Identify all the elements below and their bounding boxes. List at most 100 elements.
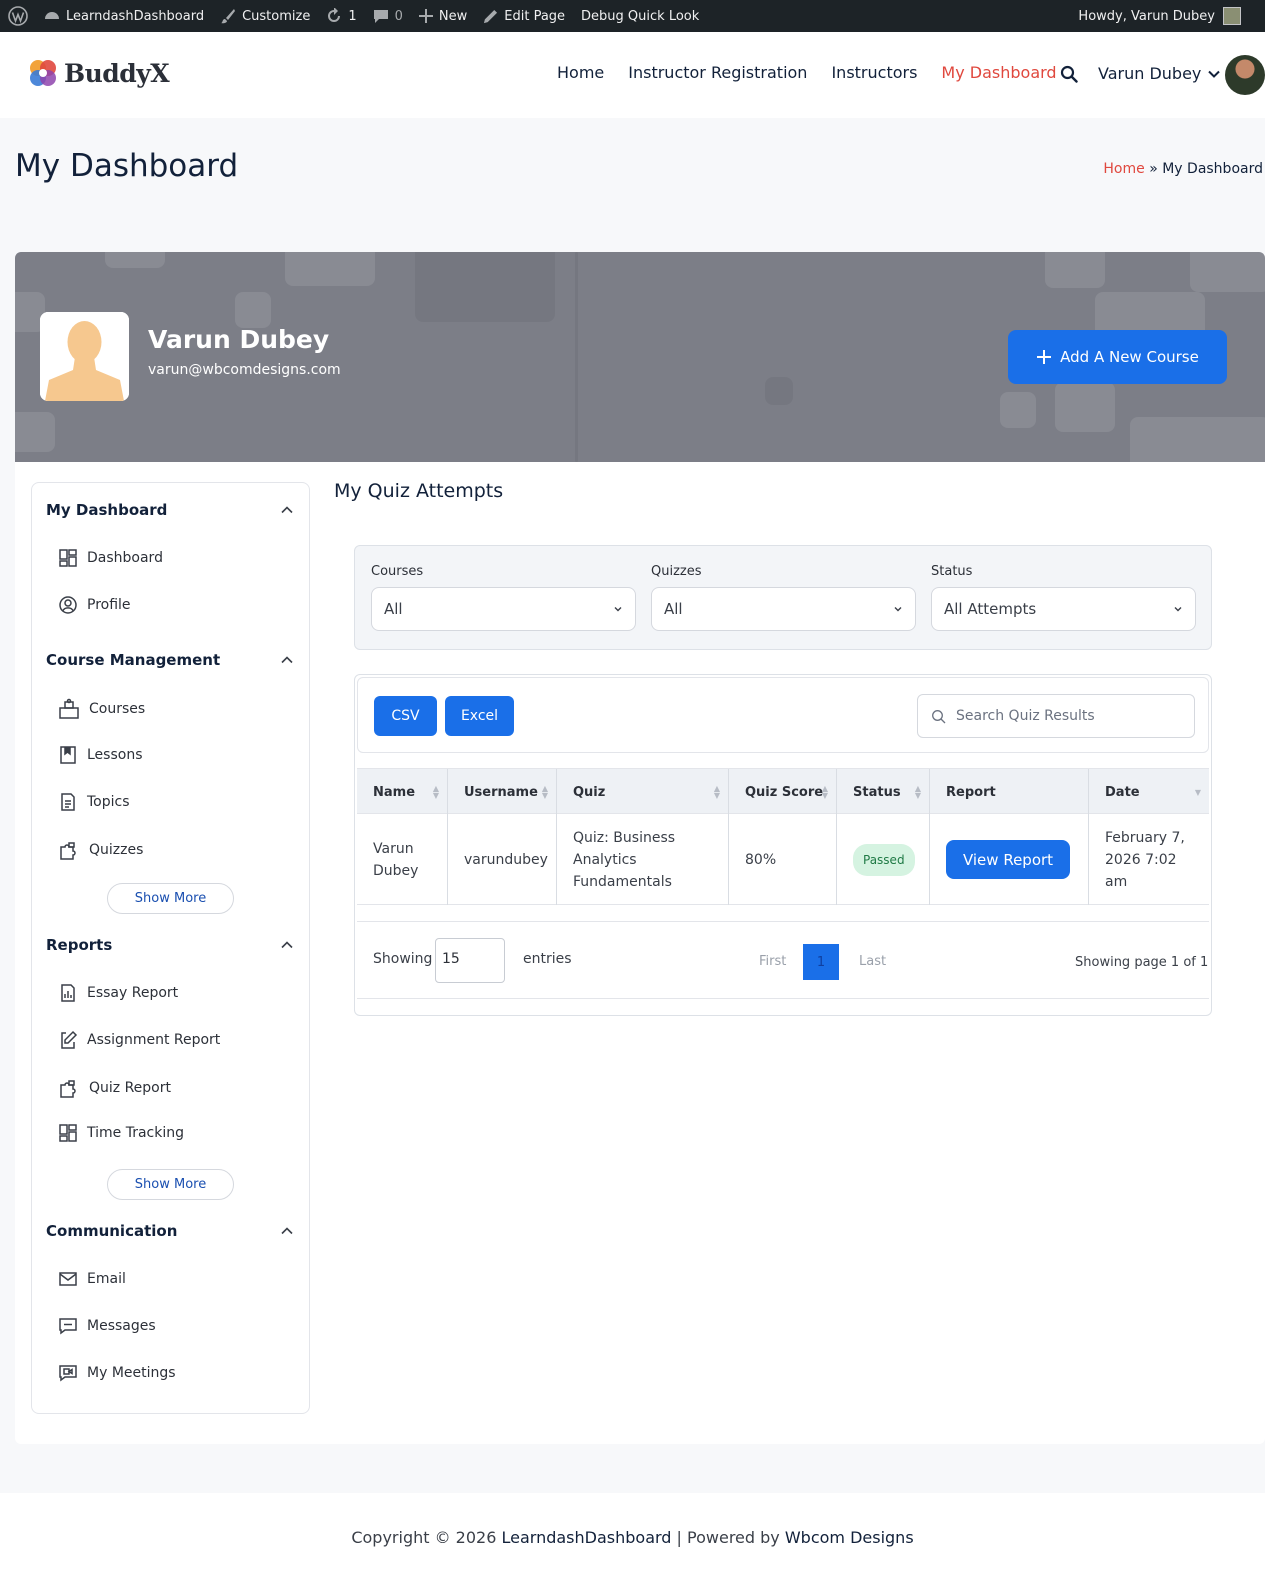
wordpress-logo-button[interactable] (0, 0, 36, 32)
cell-quiz-score: 80% (729, 814, 837, 905)
view-report-button[interactable]: View Report (946, 840, 1070, 879)
breadcrumb-home[interactable]: Home (1103, 161, 1144, 177)
sidebar-item-email[interactable]: Email (58, 1269, 126, 1289)
add-new-course-button[interactable]: Add A New Course (1008, 330, 1227, 384)
status-filter-label: Status (931, 564, 973, 579)
chevron-down-icon (894, 607, 902, 612)
csv-export-button[interactable]: CSV (374, 696, 437, 736)
sidebar-section-reports[interactable]: Reports (46, 936, 112, 954)
copyright-text: Copyright © 2026 LearndashDashboard | Po… (0, 1528, 1265, 1547)
buddyx-logo-icon (30, 60, 56, 86)
sidebar-item-messages[interactable]: Messages (58, 1316, 156, 1336)
sidebar-item-profile[interactable]: Profile (58, 595, 131, 615)
pagination-last[interactable]: Last (859, 954, 886, 969)
sidebar-item-my-meetings[interactable]: My Meetings (58, 1363, 176, 1383)
add-new-course-label: Add A New Course (1060, 348, 1199, 366)
profile-name: Varun Dubey (148, 325, 330, 354)
column-header-username[interactable]: Username ▲ ▼ (448, 769, 557, 815)
new-content-link[interactable]: New (411, 0, 475, 32)
sidebar-section-my-dashboard[interactable]: My Dashboard (46, 501, 167, 519)
footer-site-link[interactable]: LearndashDashboard (501, 1528, 671, 1547)
bookmark-icon (60, 746, 76, 764)
show-more-button[interactable]: Show More (107, 883, 234, 914)
debug-label: Debug Quick Look (581, 8, 700, 24)
chevron-up-icon[interactable] (280, 1224, 294, 1238)
entries-label: entries (523, 951, 572, 967)
nav-instructor-registration[interactable]: Instructor Registration (628, 63, 807, 82)
sidebar-item-lessons[interactable]: Lessons (58, 745, 143, 765)
comments-link[interactable]: 0 (365, 0, 411, 32)
header-avatar[interactable] (1225, 55, 1265, 95)
sidebar-item-label: Dashboard (87, 550, 163, 566)
cover-pattern-tile (765, 377, 793, 405)
updates-link[interactable]: 1 (318, 0, 364, 32)
customize-label: Customize (242, 8, 311, 24)
courses-filter: Courses All (371, 564, 636, 631)
courses-select-value: All (384, 600, 403, 618)
copyright-middle: | Powered by (671, 1528, 785, 1547)
sidebar-item-assignment-report[interactable]: Assignment Report (58, 1030, 220, 1050)
nav-home[interactable]: Home (557, 63, 604, 82)
sidebar-section-communication[interactable]: Communication (46, 1222, 177, 1240)
user-circle-icon (59, 596, 77, 614)
filters-panel: Courses All Quizzes All Status All Attem… (354, 545, 1212, 650)
chevron-up-icon[interactable] (280, 503, 294, 517)
excel-export-button[interactable]: Excel (445, 696, 514, 736)
sidebar-item-essay-report[interactable]: Essay Report (58, 983, 178, 1003)
site-logo[interactable]: BuddyX (26, 56, 170, 90)
courses-icon (59, 698, 79, 719)
puzzle-icon (60, 842, 76, 860)
show-more-button[interactable]: Show More (107, 1169, 234, 1200)
header-search-button[interactable] (1060, 65, 1078, 87)
courses-select[interactable]: All (371, 587, 636, 631)
sidebar-item-dashboard[interactable]: Dashboard (58, 548, 163, 568)
nav-my-dashboard[interactable]: My Dashboard (941, 63, 1056, 82)
sidebar-item-label: Quiz Report (89, 1080, 171, 1096)
sidebar-item-quizzes[interactable]: Quizzes (58, 839, 143, 861)
quiz-results-table-card: CSV Excel Search Quiz Results Name ▲ ▼ Use… (354, 674, 1212, 1016)
sidebar-item-courses[interactable]: Courses (58, 698, 145, 720)
column-header-quiz-score[interactable]: Quiz Score ▲ ▼ (729, 769, 837, 815)
chevron-up-icon[interactable] (280, 653, 294, 667)
chevron-down-icon (614, 607, 622, 612)
column-header-label: Report (946, 784, 996, 800)
quizzes-select[interactable]: All (651, 587, 916, 631)
my-account-link[interactable]: Howdy, Varun Dubey (1070, 0, 1265, 32)
howdy-label: Howdy, Varun Dubey (1078, 8, 1215, 24)
status-select[interactable]: All Attempts (931, 587, 1196, 631)
admin-avatar (1223, 7, 1241, 25)
site-name-link[interactable]: LearndashDashboard (36, 0, 212, 32)
column-header-date[interactable]: Date ▼ (1089, 769, 1209, 815)
sort-icon: ▲ ▼ (432, 784, 439, 800)
column-header-quiz[interactable]: Quiz ▲ ▼ (557, 769, 729, 815)
column-header-name[interactable]: Name ▲ ▼ (357, 769, 448, 815)
pagination-current-page[interactable]: 1 (803, 944, 839, 980)
footer-company-link[interactable]: Wbcom Designs (785, 1528, 914, 1547)
column-header-status[interactable]: Status ▲ ▼ (837, 769, 930, 815)
column-header-label: Quiz (573, 784, 606, 800)
nav-instructors[interactable]: Instructors (831, 63, 917, 82)
chevron-down-icon (1208, 70, 1221, 78)
chevron-down-icon (1174, 607, 1182, 612)
user-menu[interactable]: Varun Dubey (1098, 64, 1221, 83)
sidebar-item-topics[interactable]: Topics (58, 792, 130, 812)
sidebar-item-time-tracking[interactable]: Time Tracking (58, 1123, 184, 1143)
cell-date: February 7, 2026 7:02 am (1105, 829, 1185, 890)
chevron-up-icon[interactable] (280, 938, 294, 952)
pagination-first[interactable]: First (759, 954, 786, 969)
edit-doc-icon (61, 1030, 78, 1049)
entries-per-page-input[interactable]: 15 (435, 938, 505, 983)
quiz-results-search-input[interactable]: Search Quiz Results (917, 694, 1195, 738)
quiz-attempts-title: My Quiz Attempts (334, 480, 504, 502)
debug-quick-look-link[interactable]: Debug Quick Look (573, 0, 707, 32)
sidebar-item-quiz-report[interactable]: Quiz Report (58, 1077, 171, 1099)
document-icon (61, 793, 75, 811)
edit-page-link[interactable]: Edit Page (475, 0, 573, 32)
customize-link[interactable]: Customize (212, 0, 318, 32)
column-header-label: Username (464, 784, 538, 800)
column-header-label: Status (853, 784, 901, 800)
search-placeholder: Search Quiz Results (956, 708, 1095, 724)
profile-avatar[interactable] (40, 312, 129, 401)
sidebar-section-course-management[interactable]: Course Management (46, 651, 220, 669)
plus-icon (418, 9, 433, 23)
